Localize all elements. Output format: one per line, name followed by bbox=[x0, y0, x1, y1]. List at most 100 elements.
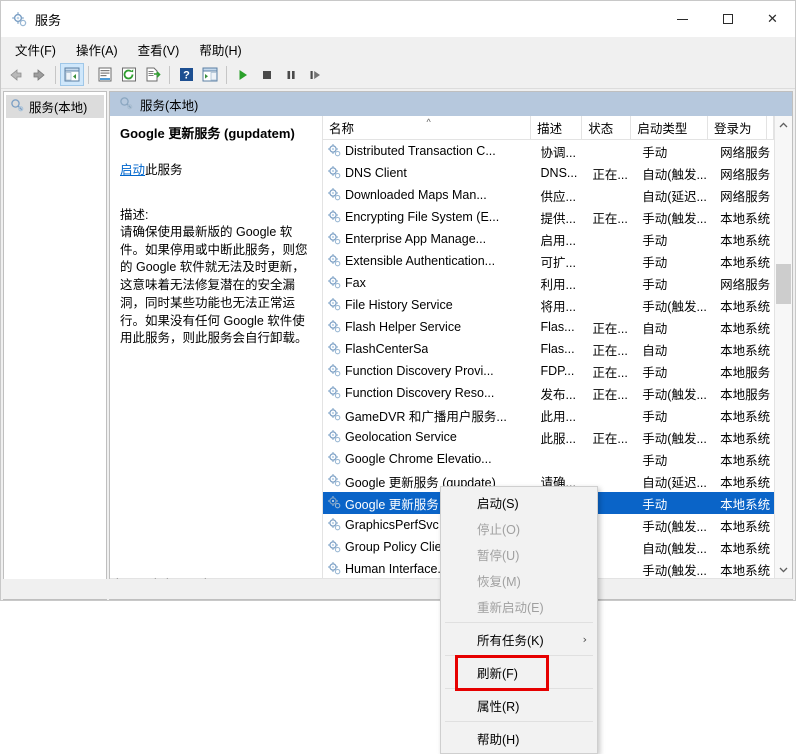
cell-name-text: GameDVR 和广播用户服务... bbox=[345, 409, 507, 424]
show-action-pane-icon[interactable] bbox=[198, 63, 222, 86]
toolbar-separator bbox=[169, 65, 170, 84]
ctx-start[interactable]: 启动(S) bbox=[441, 489, 597, 515]
selected-service-title: Google 更新服务 (gupdatem) bbox=[120, 126, 295, 141]
cell-name-text: Function Discovery Reso... bbox=[345, 386, 495, 400]
cell-log-on-as: 网络服务 bbox=[720, 145, 771, 160]
cell-startup-type: 自动(触发... bbox=[642, 541, 707, 556]
refresh-icon[interactable] bbox=[117, 63, 141, 86]
table-row[interactable]: Google Chrome Elevatio... 手动 本地系统 bbox=[323, 448, 774, 470]
start-service-link[interactable]: 启动 bbox=[120, 163, 145, 177]
table-row[interactable]: File History Service 将用... 手动(触发... 本地系统 bbox=[323, 294, 774, 316]
forward-icon[interactable] bbox=[27, 63, 51, 86]
cell-log-on-as: 本地系统 bbox=[720, 233, 771, 248]
table-row[interactable]: Extensible Authentication... 可扩... 手动 本地系统 bbox=[323, 250, 774, 272]
services-gear-icon bbox=[11, 11, 27, 27]
table-row[interactable]: Geolocation Service 此服... 正在... 手动(触发... 本地系… bbox=[323, 426, 774, 448]
start-service-line: 启动此服务 bbox=[120, 159, 312, 178]
column-header-name[interactable]: 名称 ^ bbox=[323, 116, 532, 139]
cell-name: Fax bbox=[323, 275, 535, 292]
cell-log-on-as: 本地系统 bbox=[720, 475, 771, 490]
console-tree-pane: 服务(本地) bbox=[3, 91, 107, 600]
service-gear-icon bbox=[327, 165, 341, 182]
start-service-icon[interactable] bbox=[231, 63, 255, 86]
menu-item-label: 停止(O) bbox=[477, 522, 521, 537]
cell-startup-type: 自动(延迟... bbox=[642, 189, 707, 204]
table-row[interactable]: DNS Client DNS... 正在... 自动(触发... 网络服务 bbox=[323, 162, 774, 184]
table-row[interactable]: Downloaded Maps Man... 供应... 自动(延迟... 网络服务 bbox=[323, 184, 774, 206]
cell-name: Distributed Transaction C... bbox=[323, 143, 535, 160]
cell-log-on-as: 本地系统 bbox=[720, 563, 771, 578]
cell-startup-type: 手动 bbox=[642, 409, 668, 424]
cell-name: GameDVR 和广播用户服务... bbox=[323, 406, 535, 425]
sidebar-item-services-local[interactable]: 服务(本地) bbox=[6, 95, 104, 118]
table-row[interactable]: Function Discovery Reso... 发布... 正在... 手动(触… bbox=[323, 382, 774, 404]
column-header-description[interactable]: 描述 bbox=[531, 116, 583, 139]
cell-startup-type: 手动 bbox=[642, 145, 668, 160]
content-split: 服务(本地) 服务(本地) Google 更新服务 (gupdatem) 启动此… bbox=[1, 89, 795, 600]
cell-log-on-as: 本地系统 bbox=[720, 453, 771, 468]
table-row[interactable]: Flash Helper Service Flas... 正在... 自动 本地系统 bbox=[323, 316, 774, 338]
table-row[interactable]: Encrypting File System (E... 提供... 正在... 手动… bbox=[323, 206, 774, 228]
cell-name: Function Discovery Provi... bbox=[323, 363, 535, 380]
menu-view[interactable]: 查看(V) bbox=[128, 37, 190, 62]
cell-status: 正在... bbox=[592, 321, 628, 336]
cell-status: 正在... bbox=[592, 343, 628, 358]
help-icon[interactable]: ? bbox=[174, 63, 198, 86]
cell-name-text: Google Chrome Elevatio... bbox=[345, 452, 492, 466]
minimize-button[interactable] bbox=[660, 1, 705, 37]
scrollbar-thumb[interactable] bbox=[776, 264, 791, 304]
cell-name: DNS Client bbox=[323, 165, 535, 182]
cell-description: 可扩... bbox=[540, 255, 576, 270]
sort-ascending-icon: ^ bbox=[426, 117, 431, 127]
close-button[interactable]: ✕ bbox=[750, 1, 795, 37]
table-row[interactable]: Fax 利用... 手动 网络服务 bbox=[323, 272, 774, 294]
properties-icon[interactable] bbox=[93, 63, 117, 86]
column-header-startup-type[interactable]: 启动类型 bbox=[631, 116, 709, 139]
ctx-pause: 暂停(U) bbox=[441, 541, 597, 567]
back-icon[interactable] bbox=[3, 63, 27, 86]
description-text: 请确保使用最新版的 Google 软件。如果停用或中断此服务，则您的 Googl… bbox=[120, 224, 308, 346]
show-hide-console-tree-icon[interactable] bbox=[60, 63, 84, 86]
menu-file[interactable]: 文件(F) bbox=[5, 37, 66, 62]
ctx-help[interactable]: 帮助(H) bbox=[441, 725, 597, 751]
column-header-status[interactable]: 状态 bbox=[582, 116, 632, 139]
table-row[interactable]: Enterprise App Manage... 启用... 手动 本地系统 bbox=[323, 228, 774, 250]
table-row[interactable]: GameDVR 和广播用户服务... 此用... 手动 本地系统 bbox=[323, 404, 774, 426]
export-list-icon[interactable] bbox=[141, 63, 165, 86]
restart-service-icon[interactable] bbox=[303, 63, 327, 86]
cell-log-on-as: 本地系统 bbox=[720, 431, 771, 446]
cell-name: File History Service bbox=[323, 297, 535, 314]
cell-description: 此服... bbox=[540, 431, 576, 446]
column-header-log-on-as[interactable]: 登录为 bbox=[708, 116, 767, 139]
service-gear-icon bbox=[327, 517, 341, 534]
cell-startup-type: 手动 bbox=[642, 453, 668, 468]
menu-item-label: 刷新(F) bbox=[477, 666, 518, 681]
cell-status: 正在... bbox=[592, 387, 628, 402]
pause-service-icon[interactable] bbox=[279, 63, 303, 86]
scroll-down-icon[interactable] bbox=[775, 561, 792, 578]
cell-startup-type: 手动 bbox=[642, 365, 668, 380]
stop-service-icon[interactable] bbox=[255, 63, 279, 86]
vertical-scrollbar[interactable] bbox=[774, 116, 792, 578]
table-row[interactable]: Distributed Transaction C... 协调... 手动 网络服务 bbox=[323, 140, 774, 162]
cell-name: Google Chrome Elevatio... bbox=[323, 451, 535, 468]
service-gear-icon bbox=[327, 209, 341, 226]
cell-description: Flas... bbox=[540, 342, 575, 356]
menu-action[interactable]: 操作(A) bbox=[66, 37, 128, 62]
ctx-properties[interactable]: 属性(R) bbox=[441, 692, 597, 718]
pane-header-tab-shape bbox=[322, 92, 342, 116]
table-row[interactable]: FlashCenterSa Flas... 正在... 自动 本地系统 bbox=[323, 338, 774, 360]
cell-startup-type: 手动(触发... bbox=[642, 387, 707, 402]
cell-description: 将用... bbox=[540, 299, 576, 314]
context-menu: 启动(S) 停止(O) 暂停(U) 恢复(M) 重新启动(E) 所有任务(K) › 刷新(F)… bbox=[440, 486, 598, 754]
ctx-refresh[interactable]: 刷新(F) bbox=[441, 659, 597, 685]
cell-name-text: Group Policy Client bbox=[345, 540, 452, 554]
cell-startup-type: 手动 bbox=[642, 233, 668, 248]
ctx-all-tasks[interactable]: 所有任务(K) › bbox=[441, 626, 597, 652]
menu-item-label: 重新启动(E) bbox=[477, 600, 544, 615]
menu-help[interactable]: 帮助(H) bbox=[189, 37, 251, 62]
table-row[interactable]: Function Discovery Provi... FDP... 正在... 手动… bbox=[323, 360, 774, 382]
window-title: 服务 bbox=[35, 12, 62, 28]
scroll-up-icon[interactable] bbox=[775, 116, 792, 133]
maximize-button[interactable] bbox=[705, 1, 750, 37]
